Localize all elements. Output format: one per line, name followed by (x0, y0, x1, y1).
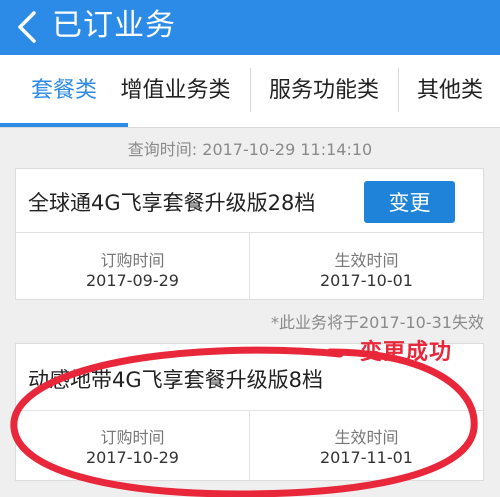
order-time-value: 2017-09-29 (86, 271, 179, 290)
effective-time-label: 生效时间 (334, 428, 399, 447)
back-button[interactable] (10, 8, 46, 46)
order-time-label: 订购时间 (100, 428, 165, 447)
subscription-card: 全球通4G飞享套餐升级版28档 变更 订购时间 2017-09-29 生效时间 … (15, 168, 484, 300)
effective-time-label: 生效时间 (334, 251, 399, 270)
tab-separator (250, 68, 251, 112)
query-time: 查询时间: 2017-10-29 11:14:10 (127, 140, 373, 159)
change-button[interactable]: 变更 (364, 181, 455, 223)
chevron-left-icon (18, 11, 36, 43)
effective-time-value: 2017-10-01 (320, 271, 413, 290)
order-time-value: 2017-10-29 (86, 448, 179, 467)
page-title: 已订业务 (52, 8, 176, 43)
annotation-text: 变更成功 (360, 340, 453, 365)
expire-note: *此业务将于2017-10-31失效 (271, 313, 484, 332)
tab-other[interactable]: 其他类 (402, 55, 498, 127)
order-time-label: 订购时间 (100, 251, 165, 270)
effective-time-value: 2017-11-01 (320, 448, 413, 467)
tab-separator (398, 68, 399, 112)
tab-value-added[interactable]: 增值业务类 (104, 55, 247, 127)
plan-name: 全球通4G飞享套餐升级版28档 (28, 191, 316, 215)
app-header: 已订业务 (0, 0, 500, 55)
active-tab-indicator (0, 123, 128, 127)
plan-name: 动感地带4G飞享套餐升级版8档 (28, 368, 323, 392)
tab-service-function[interactable]: 服务功能类 (252, 55, 396, 127)
